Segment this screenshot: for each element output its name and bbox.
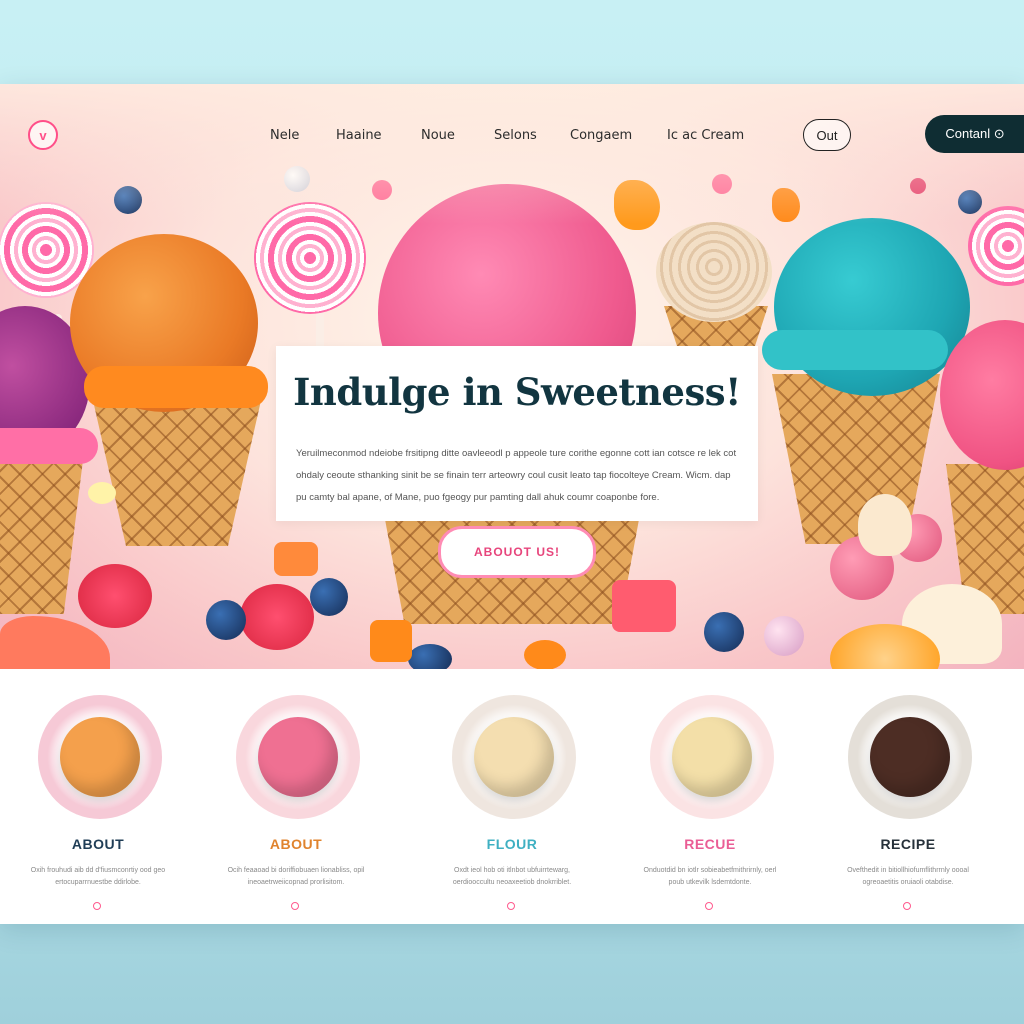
- gummy-image: [772, 188, 800, 222]
- feature-image[interactable]: [38, 695, 162, 819]
- candy-image: [88, 482, 116, 504]
- feature-title: ABOUT: [269, 836, 323, 852]
- feature-title: FLOUR: [486, 836, 538, 852]
- lollipop-image: [968, 206, 1024, 286]
- cone-image: [92, 396, 262, 546]
- out-button[interactable]: Out: [803, 119, 851, 151]
- cone-image: [0, 444, 85, 614]
- scoop-image: [258, 717, 338, 797]
- nav-link-4[interactable]: Selons: [494, 128, 537, 143]
- hero-description: Yeruilmeconmod ndeiobe frsitipng ditte o…: [296, 448, 737, 503]
- feature-card: ABOUT Ocih feaaoad bi doriffiobuaen lion…: [198, 669, 394, 924]
- feature-description: Oxdt ieol hob oti itlnbot ubfuirrtewarg,…: [452, 867, 572, 886]
- scoop-image: [60, 717, 140, 797]
- features-section: ABOUT Oxih frouhudi aib dd d'fiusmconrti…: [0, 669, 1024, 924]
- about-us-button[interactable]: ABOUOT US!: [438, 526, 596, 578]
- top-nav: v Nele Haaine Noue Selons Congaem Ic ac …: [0, 84, 1024, 184]
- feature-card: RECUE Onduotdid bn iotlr sobieabetfmithr…: [612, 669, 808, 924]
- feature-title: RECUE: [684, 836, 736, 852]
- candy-image: [524, 640, 566, 669]
- gummy-image: [614, 180, 660, 230]
- feature-description: Ocih feaaoad bi doriffiobuaen lionabliss…: [227, 867, 365, 886]
- cream-image: [858, 494, 912, 556]
- blueberry-image: [408, 644, 452, 669]
- logo-icon[interactable]: v: [28, 120, 58, 150]
- feature-dot-icon[interactable]: [903, 902, 911, 910]
- hero-section: v Nele Haaine Noue Selons Congaem Ic ac …: [0, 84, 1024, 669]
- raspberry-image: [240, 584, 314, 650]
- hero-title: Indulge in Sweetness!: [293, 370, 741, 414]
- blueberry-image: [958, 190, 982, 214]
- feature-dot-icon[interactable]: [705, 902, 713, 910]
- feature-dot-icon[interactable]: [507, 902, 515, 910]
- scoop-image: [870, 717, 950, 797]
- hero-card: Indulge in Sweetness! Yeruilmeconmod nde…: [276, 346, 758, 521]
- feature-description: Oxih frouhudi aib dd d'fiusmconrtiy ood …: [30, 867, 166, 886]
- nav-link-2[interactable]: Haaine: [336, 128, 382, 143]
- scoop-image: [672, 717, 752, 797]
- feature-image[interactable]: [848, 695, 972, 819]
- fruit-slice-image: [0, 616, 110, 669]
- blueberry-image: [310, 578, 348, 616]
- blueberry-image: [206, 600, 246, 640]
- feature-dot-icon[interactable]: [93, 902, 101, 910]
- feature-card: FLOUR Oxdt ieol hob oti itlnbot ubfuirrt…: [414, 669, 610, 924]
- contact-button[interactable]: Contanl ⊙: [925, 115, 1024, 153]
- gummy-image: [370, 620, 412, 662]
- feature-description: Onduotdid bn iotlr sobieabetfmithrirnly,…: [643, 867, 777, 886]
- blueberry-image: [704, 612, 744, 652]
- gummy-image: [612, 580, 676, 632]
- swirl-image: [656, 222, 772, 322]
- feature-title: RECIPE: [880, 836, 936, 852]
- feature-image[interactable]: [452, 695, 576, 819]
- lollipop-image: [254, 202, 366, 314]
- nav-link-6[interactable]: Ic ac Cream: [667, 128, 744, 143]
- feature-title: ABOUT: [71, 836, 125, 852]
- feature-card: RECIPE Ovefthedit in bitiollhiofumflithr…: [810, 669, 1006, 924]
- scoop-image: [474, 717, 554, 797]
- nav-link-3[interactable]: Noue: [421, 128, 455, 143]
- raspberry-image: [78, 564, 152, 628]
- drip-image: [84, 366, 268, 408]
- blueberry-image: [114, 186, 142, 214]
- nav-link-5[interactable]: Congaem: [570, 128, 632, 143]
- nav-link-1[interactable]: Nele: [270, 128, 299, 143]
- feature-dot-icon[interactable]: [291, 902, 299, 910]
- feature-description: Ovefthedit in bitiollhiofumflithrrnly oo…: [847, 867, 969, 886]
- page: v Nele Haaine Noue Selons Congaem Ic ac …: [0, 84, 1024, 924]
- feature-image[interactable]: [236, 695, 360, 819]
- feature-card: ABOUT Oxih frouhudi aib dd d'fiusmconrti…: [0, 669, 196, 924]
- gummy-image: [274, 542, 318, 576]
- drip-image: [762, 330, 948, 370]
- feature-image[interactable]: [650, 695, 774, 819]
- drip-image: [0, 428, 98, 464]
- gumball-image: [764, 616, 804, 656]
